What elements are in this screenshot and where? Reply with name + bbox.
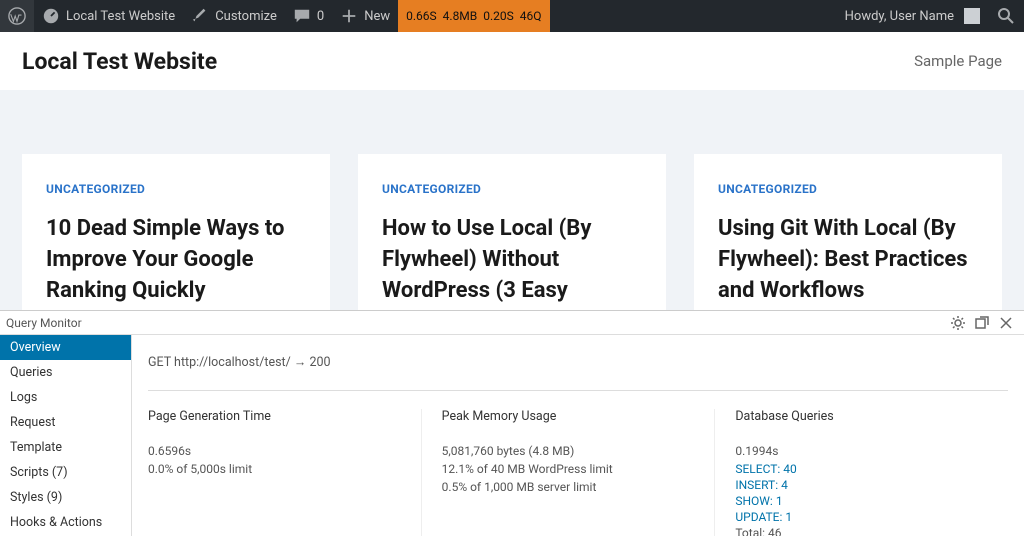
wp-logo[interactable]	[0, 0, 34, 32]
qm-value: 0.0% of 5,000s limit	[148, 462, 401, 476]
qm-col-generation: Page Generation Time 0.6596s 0.0% of 5,0…	[148, 409, 422, 536]
popout-icon[interactable]	[974, 315, 990, 331]
qm-queries: 46Q	[520, 9, 542, 23]
qm-main: GET http://localhost/test/ → 200 Page Ge…	[132, 335, 1024, 536]
site-name-text: Local Test Website	[66, 9, 175, 24]
wordpress-icon	[8, 7, 26, 25]
post-category[interactable]: UNCATEGORIZED	[718, 182, 978, 196]
qm-panel: Query Monitor Overview Queries Logs Requ…	[0, 310, 1024, 536]
comment-count: 0	[317, 9, 324, 24]
qm-col-db: Database Queries 0.1994s SELECT: 40 INSE…	[715, 409, 1008, 536]
qm-mem: 4.8MB	[443, 9, 478, 23]
qm-tab-template[interactable]: Template	[0, 435, 131, 460]
qm-value: 12.1% of 40 MB WordPress limit	[442, 462, 695, 476]
brush-icon	[191, 7, 209, 25]
new-link[interactable]: New	[332, 0, 398, 32]
qm-col-heading: Database Queries	[735, 409, 988, 424]
site-name-link[interactable]: Local Test Website	[34, 0, 183, 32]
qm-value: 5,081,760 bytes (4.8 MB)	[442, 444, 695, 458]
qm-tab-hooks[interactable]: Hooks & Actions	[0, 510, 131, 535]
qm-db-link[interactable]: SELECT: 40	[735, 462, 988, 476]
howdy-text: Howdy, User Name	[845, 9, 954, 24]
qm-tab-styles[interactable]: Styles (9)	[0, 485, 131, 510]
qm-dbtime: 0.20S	[483, 9, 514, 23]
search-icon[interactable]	[996, 6, 1016, 26]
post-title[interactable]: Using Git With Local (By Flywheel): Best…	[718, 214, 978, 306]
post-card: UNCATEGORIZED Using Git With Local (By F…	[694, 154, 1002, 334]
qm-time: 0.66S	[406, 9, 437, 23]
avatar	[964, 8, 980, 24]
qm-db-link[interactable]: SHOW: 1	[735, 494, 988, 508]
qm-tab-overview[interactable]: Overview	[0, 335, 131, 360]
qm-tab-request[interactable]: Request	[0, 410, 131, 435]
customize-text: Customize	[215, 9, 277, 24]
nav-link-sample[interactable]: Sample Page	[914, 52, 1002, 70]
close-icon[interactable]	[998, 315, 1014, 331]
post-category[interactable]: UNCATEGORIZED	[382, 182, 642, 196]
qm-title-text: Query Monitor	[6, 316, 82, 330]
qm-value: 0.1994s	[735, 444, 988, 458]
new-text: New	[364, 9, 390, 24]
site-title[interactable]: Local Test Website	[22, 48, 217, 75]
gear-icon[interactable]	[950, 315, 966, 331]
qm-value: 0.6596s	[148, 444, 401, 458]
post-category[interactable]: UNCATEGORIZED	[46, 182, 306, 196]
plus-icon	[340, 7, 358, 25]
posts-grid: UNCATEGORIZED 10 Dead Simple Ways to Imp…	[0, 90, 1024, 334]
howdy-link[interactable]: Howdy, User Name	[837, 0, 988, 32]
qm-request-line: GET http://localhost/test/ → 200	[148, 355, 1008, 370]
customize-link[interactable]: Customize	[183, 0, 285, 32]
post-card: UNCATEGORIZED How to Use Local (By Flywh…	[358, 154, 666, 334]
site-header: Local Test Website Sample Page	[0, 32, 1024, 90]
comments-link[interactable]: 0	[285, 0, 332, 32]
dashboard-icon	[42, 7, 60, 25]
qm-col-memory: Peak Memory Usage 5,081,760 bytes (4.8 M…	[422, 409, 716, 536]
comment-icon	[293, 7, 311, 25]
qm-tab-scripts[interactable]: Scripts (7)	[0, 460, 131, 485]
qm-col-heading: Peak Memory Usage	[442, 409, 695, 424]
post-title[interactable]: 10 Dead Simple Ways to Improve Your Goog…	[46, 214, 306, 306]
qm-titlebar: Query Monitor	[0, 311, 1024, 335]
qm-value: Total: 46	[735, 526, 988, 536]
post-card: UNCATEGORIZED 10 Dead Simple Ways to Imp…	[22, 154, 330, 334]
qm-tab-logs[interactable]: Logs	[0, 385, 131, 410]
admin-bar: Local Test Website Customize 0 New 0.66S…	[0, 0, 1024, 32]
qm-sidebar: Overview Queries Logs Request Template S…	[0, 335, 132, 536]
qm-tab-queries[interactable]: Queries	[0, 360, 131, 385]
qm-col-heading: Page Generation Time	[148, 409, 401, 424]
qm-value: 0.5% of 1,000 MB server limit	[442, 480, 695, 494]
qm-stats[interactable]: 0.66S 4.8MB 0.20S 46Q	[398, 0, 549, 32]
post-title[interactable]: How to Use Local (By Flywheel) Without W…	[382, 214, 642, 306]
qm-db-link[interactable]: INSERT: 4	[735, 478, 988, 492]
qm-db-link[interactable]: UPDATE: 1	[735, 510, 988, 524]
